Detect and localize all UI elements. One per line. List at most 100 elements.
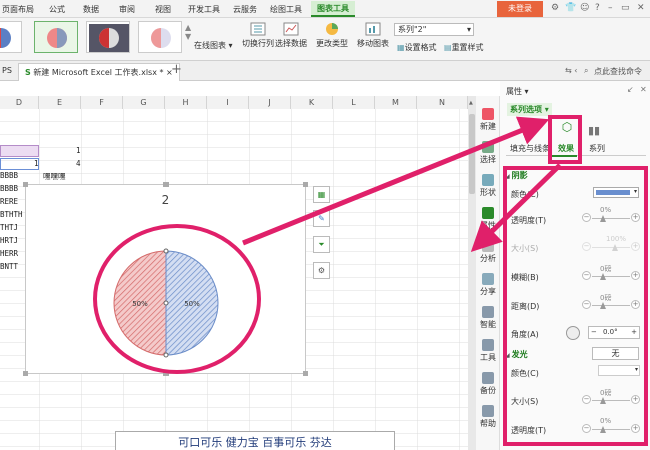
- cell-text-7[interactable]: HERR: [0, 249, 18, 258]
- task-shape[interactable]: 形状: [476, 174, 500, 198]
- scroll-up-icon[interactable]: ▲: [469, 100, 475, 106]
- cell-e3[interactable]: 嘿嘿嘿: [43, 171, 66, 182]
- close-icon[interactable]: ✕: [640, 85, 647, 94]
- task-help[interactable]: 帮助: [476, 405, 500, 429]
- chart-elements-icon[interactable]: ▦: [313, 186, 330, 203]
- gear-icon[interactable]: ⚙: [313, 262, 330, 279]
- section-shadow[interactable]: 阴影: [505, 170, 528, 181]
- tab-effects[interactable]: 效果: [558, 143, 574, 154]
- task-tools[interactable]: 工具: [476, 339, 500, 363]
- column-header-n[interactable]: N: [417, 96, 468, 109]
- chart-style-thumb-4[interactable]: [138, 21, 182, 53]
- chart-area[interactable]: 2 50% 50%: [23, 182, 308, 376]
- minus-icon[interactable]: −: [582, 395, 591, 404]
- text-box-brands[interactable]: 可口可乐 健力宝 百事可乐 芬达: [115, 431, 395, 450]
- task-analyze[interactable]: 分析: [476, 240, 500, 264]
- column-header-d[interactable]: D: [0, 96, 39, 109]
- glow-transparency-slider[interactable]: −0% +: [582, 417, 640, 435]
- series-select[interactable]: 系列"2" ▾: [394, 23, 474, 36]
- login-button[interactable]: 未登录: [497, 1, 543, 17]
- angle-dial[interactable]: [566, 326, 580, 340]
- select-data-button[interactable]: 选择数据: [275, 22, 307, 49]
- pane-title[interactable]: 属性 ▾: [506, 86, 529, 97]
- plus-icon[interactable]: +: [631, 271, 640, 280]
- chart-style-thumb-1[interactable]: [0, 21, 22, 53]
- switch-row-col-button[interactable]: 切换行列: [242, 22, 274, 49]
- tab-developer[interactable]: 开发工具: [188, 3, 220, 16]
- tab-review[interactable]: 审阅: [119, 3, 135, 16]
- chart-style-thumb-2[interactable]: [34, 21, 78, 53]
- column-header-h[interactable]: H: [165, 96, 207, 109]
- spreadsheet-grid[interactable]: D E F G H I J K L M N 1 1 4 嘿嘿嘿 BBBB BBB…: [0, 96, 468, 450]
- transparency-slider[interactable]: −0% +: [582, 206, 640, 224]
- shirt-icon[interactable]: 👕: [565, 3, 576, 13]
- column-header-m[interactable]: M: [375, 96, 417, 109]
- cell-text-4[interactable]: BTHTH: [0, 210, 23, 219]
- move-chart-button[interactable]: 移动图表: [357, 22, 389, 49]
- series-selection-handle[interactable]: [163, 248, 169, 254]
- task-backup[interactable]: 备份: [476, 372, 500, 396]
- tab-series[interactable]: 系列: [589, 143, 605, 154]
- glow-size-slider[interactable]: −0磅 +: [582, 389, 640, 406]
- set-format-button[interactable]: ▦设置格式: [397, 42, 437, 53]
- reset-style-button[interactable]: ▤重置样式: [444, 42, 484, 53]
- minus-icon[interactable]: −: [582, 213, 591, 222]
- series-selection-handle[interactable]: [163, 352, 169, 358]
- plus-icon[interactable]: +: [631, 424, 640, 433]
- pie-data-label[interactable]: 50%: [132, 300, 148, 308]
- minus-icon[interactable]: −: [582, 300, 591, 309]
- column-header-k[interactable]: K: [291, 96, 333, 109]
- doc-tab-active[interactable]: S 新建 Microsoft Excel 工作表.xlsx * ×: [18, 63, 180, 81]
- resize-handle[interactable]: [163, 182, 169, 187]
- cell-text-6[interactable]: HRTJ: [0, 236, 18, 245]
- minimize-icon[interactable]: –: [608, 3, 613, 13]
- cell-text-5[interactable]: THTJ: [0, 223, 18, 232]
- cell-text-8[interactable]: BNTT: [0, 262, 18, 271]
- filter-icon[interactable]: ⏷: [313, 236, 330, 253]
- shadow-color-picker[interactable]: ▾: [593, 187, 639, 198]
- nav-icon[interactable]: ⇆ ‹: [565, 66, 577, 75]
- vertical-scrollbar[interactable]: ▲: [468, 96, 476, 450]
- glow-preset-dropdown[interactable]: 无: [592, 347, 639, 360]
- task-properties[interactable]: 属性: [476, 207, 500, 231]
- resize-handle[interactable]: [23, 182, 28, 187]
- minus-icon[interactable]: −: [582, 271, 591, 280]
- cell-e2[interactable]: 4: [76, 159, 81, 168]
- pin-icon[interactable]: ↙: [627, 85, 634, 94]
- series-option-dropdown[interactable]: 系列选项 ▾: [507, 103, 552, 116]
- resize-handle[interactable]: [303, 182, 308, 187]
- distance-slider[interactable]: −0磅 +: [582, 294, 640, 311]
- scrollbar-thumb[interactable]: [469, 114, 475, 194]
- resize-handle[interactable]: [23, 371, 28, 376]
- task-share[interactable]: 分享: [476, 273, 500, 297]
- cell-text-3[interactable]: RERE: [0, 197, 18, 206]
- resize-handle[interactable]: [163, 371, 169, 376]
- task-smart[interactable]: 智能: [476, 306, 500, 330]
- doc-tab-ps[interactable]: PS: [2, 66, 12, 75]
- tab-view[interactable]: 视图: [155, 3, 171, 16]
- glow-color-picker[interactable]: ▾: [598, 365, 640, 376]
- tab-chart-tools[interactable]: 图表工具: [311, 1, 355, 17]
- tab-formula[interactable]: 公式: [49, 3, 65, 16]
- add-tab-icon[interactable]: +: [171, 62, 182, 77]
- restore-icon[interactable]: ▭: [621, 3, 630, 13]
- resize-handle[interactable]: [303, 371, 308, 376]
- cell-e1[interactable]: 1: [76, 146, 81, 155]
- pie-data-label[interactable]: 50%: [184, 300, 200, 308]
- plus-icon[interactable]: +: [631, 327, 637, 338]
- tab-drawing-tools[interactable]: 绘图工具: [270, 3, 302, 16]
- brush-icon[interactable]: ✎: [313, 210, 330, 227]
- plus-icon[interactable]: +: [631, 395, 640, 404]
- gear-icon[interactable]: ⚙: [551, 3, 559, 13]
- blur-slider[interactable]: −0磅 +: [582, 265, 640, 282]
- close-icon[interactable]: ✕: [637, 3, 645, 13]
- cell-text-2[interactable]: BBBB: [0, 184, 18, 193]
- cell-d2[interactable]: 1: [34, 159, 39, 168]
- user-icon[interactable]: ☺: [580, 3, 589, 13]
- tab-data[interactable]: 数据: [83, 3, 99, 16]
- task-new[interactable]: 新建: [476, 108, 500, 132]
- pie-chart[interactable]: 50% 50%: [26, 185, 307, 375]
- section-glow[interactable]: 发光: [505, 349, 528, 360]
- command-search-input[interactable]: 点此查找命令: [594, 66, 642, 77]
- tab-fill-line[interactable]: 填充与线条: [510, 143, 550, 154]
